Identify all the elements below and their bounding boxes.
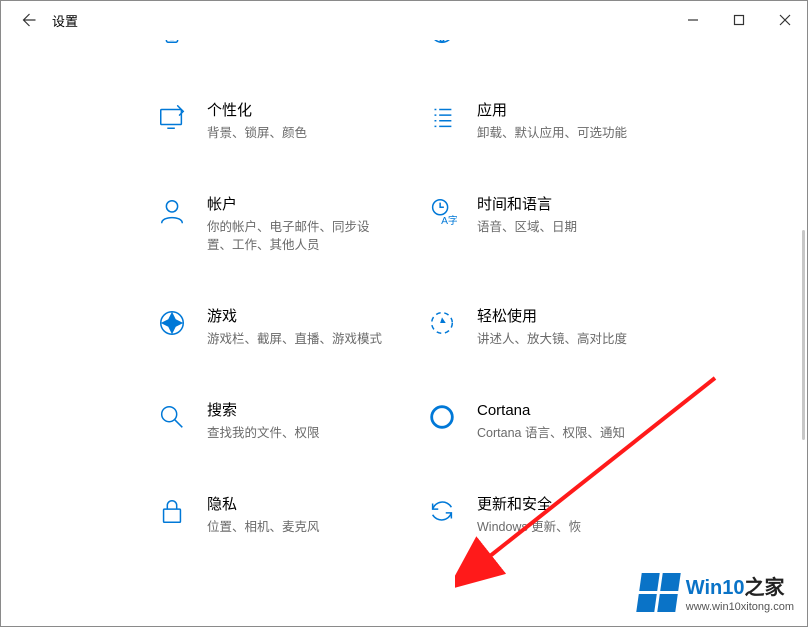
- item-title: 应用: [477, 100, 627, 122]
- settings-item-phone[interactable]: 连接 Android 设备和 iPhone: [155, 40, 415, 48]
- cortana-icon: [425, 400, 459, 434]
- item-desc: 位置、相机、麦克风: [207, 518, 320, 536]
- titlebar: 设置: [0, 0, 808, 40]
- search-icon: [155, 400, 189, 434]
- close-button[interactable]: [762, 4, 808, 36]
- item-desc: Cortana 语言、权限、通知: [477, 424, 625, 442]
- svg-text:A字: A字: [441, 214, 457, 226]
- item-title: 时间和语言: [477, 194, 577, 216]
- settings-item-globe[interactable]: WLAN、飞行模式、VPN: [425, 40, 685, 48]
- windows-logo-icon: [636, 573, 680, 612]
- settings-item-apps[interactable]: 应用 卸载、默认应用、可选功能: [425, 100, 685, 142]
- scrollbar[interactable]: [802, 230, 805, 440]
- account-icon: [155, 194, 189, 228]
- personalize-icon: [155, 100, 189, 134]
- item-title: 更新和安全: [477, 494, 581, 516]
- watermark: Win10之家 www.win10xitong.com: [639, 571, 794, 613]
- settings-item-personalize[interactable]: 个性化 背景、锁屏、颜色: [155, 100, 415, 142]
- ease-icon: [425, 306, 459, 340]
- apps-icon: [425, 100, 459, 134]
- settings-item-time[interactable]: A字 时间和语言 语音、区域、日期: [425, 194, 685, 236]
- item-title: 帐户: [207, 194, 387, 216]
- settings-item-search[interactable]: 搜索 查找我的文件、权限: [155, 400, 415, 442]
- item-title: 搜索: [207, 400, 320, 422]
- item-desc: Windows 更新、恢: [477, 518, 581, 536]
- item-title: 个性化: [207, 100, 307, 122]
- minimize-button[interactable]: [670, 4, 716, 36]
- item-desc: 你的帐户、电子邮件、同步设置、工作、其他人员: [207, 218, 387, 254]
- time-icon: A字: [425, 194, 459, 228]
- back-button[interactable]: [14, 6, 42, 34]
- update-icon: [425, 494, 459, 528]
- watermark-brand-suffix: 之家: [745, 577, 785, 599]
- settings-content: 连接 Android 设备和 iPhone WLAN、飞行模式、VPN 个性化 …: [0, 40, 808, 627]
- gaming-icon: [155, 306, 189, 340]
- watermark-url: www.win10xitong.com: [686, 601, 794, 613]
- item-desc: 游戏栏、截屏、直播、游戏模式: [207, 330, 382, 348]
- settings-item-cortana[interactable]: Cortana Cortana 语言、权限、通知: [425, 400, 685, 442]
- window-title: 设置: [52, 11, 78, 30]
- item-desc: 卸载、默认应用、可选功能: [477, 124, 627, 142]
- item-desc: 查找我的文件、权限: [207, 424, 320, 442]
- globe-icon: [425, 40, 459, 48]
- item-title: 隐私: [207, 494, 320, 516]
- privacy-icon: [155, 494, 189, 528]
- item-desc: 语音、区域、日期: [477, 218, 577, 236]
- item-desc: 背景、锁屏、颜色: [207, 124, 307, 142]
- item-title: 轻松使用: [477, 306, 627, 328]
- settings-item-gaming[interactable]: 游戏 游戏栏、截屏、直播、游戏模式: [155, 306, 415, 348]
- settings-item-privacy[interactable]: 隐私 位置、相机、麦克风: [155, 494, 415, 536]
- item-title: Cortana: [477, 400, 625, 422]
- settings-item-ease[interactable]: 轻松使用 讲述人、放大镜、高对比度: [425, 306, 685, 348]
- settings-item-account[interactable]: 帐户 你的帐户、电子邮件、同步设置、工作、其他人员: [155, 194, 415, 254]
- maximize-button[interactable]: [716, 4, 762, 36]
- phone-icon: [155, 40, 189, 48]
- watermark-brand-prefix: Win10: [686, 577, 745, 599]
- item-desc: 讲述人、放大镜、高对比度: [477, 330, 627, 348]
- settings-item-update[interactable]: 更新和安全 Windows 更新、恢: [425, 494, 685, 536]
- item-title: 游戏: [207, 306, 382, 328]
